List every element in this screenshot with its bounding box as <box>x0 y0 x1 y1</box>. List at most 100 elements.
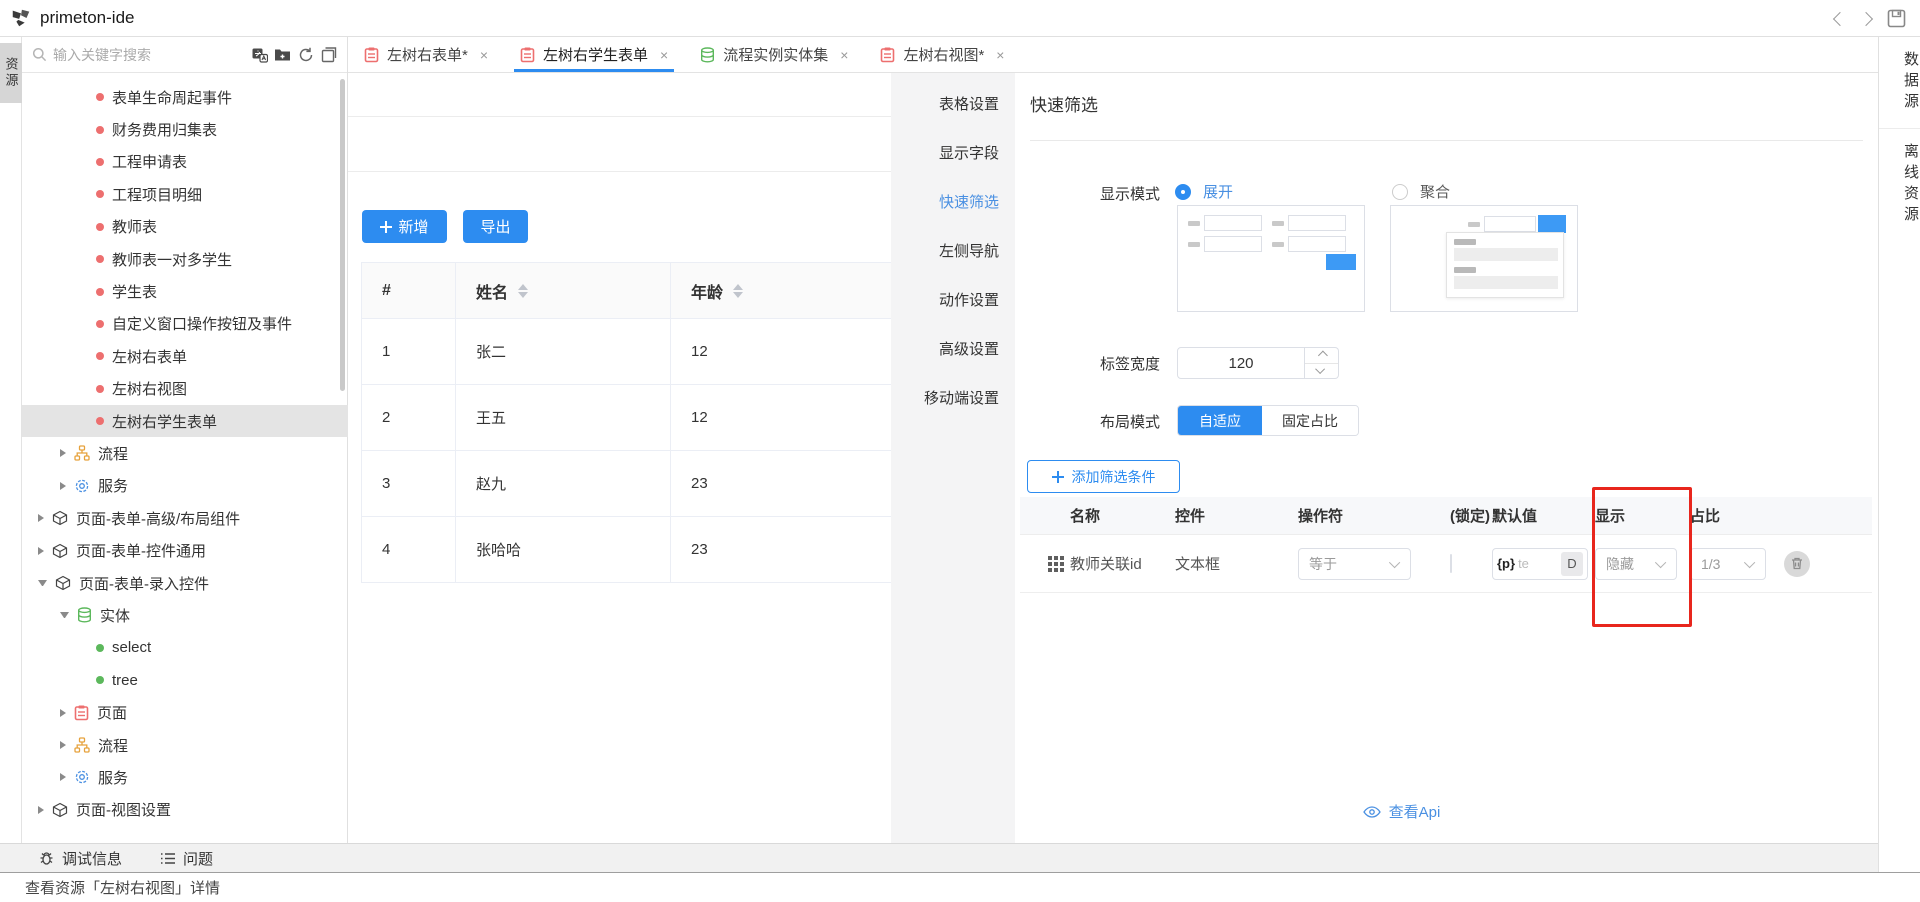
panel-title: 快速筛选 <box>1030 91 1098 116</box>
drag-handle-icon[interactable] <box>1048 556 1064 572</box>
tree-item[interactable]: tree <box>22 664 348 696</box>
tree-item[interactable]: 学生表 <box>22 275 348 307</box>
tree-item[interactable]: 教师表 <box>22 211 348 243</box>
menu-item-actions[interactable]: 动作设置 <box>891 275 1015 324</box>
collapse-arrow-icon[interactable] <box>60 612 69 618</box>
sort-icon[interactable] <box>733 284 743 298</box>
sidebar-search-bar <box>22 37 347 73</box>
sidebar-scrollbar[interactable] <box>340 79 345 391</box>
expand-arrow-icon[interactable] <box>60 741 66 749</box>
expand-arrow-icon[interactable] <box>60 482 66 490</box>
tree-item[interactable]: 页面 <box>22 696 348 728</box>
ratio-select[interactable]: 1/3 <box>1690 548 1766 580</box>
aggregate-mode-preview[interactable] <box>1390 205 1578 312</box>
tree-item[interactable]: 教师表一对多学生 <box>22 243 348 275</box>
expand-arrow-icon[interactable] <box>38 514 44 522</box>
close-icon[interactable]: × <box>996 47 1004 63</box>
expand-arrow-icon[interactable] <box>60 773 66 781</box>
collapse-arrow-icon[interactable] <box>38 580 47 586</box>
search-input[interactable] <box>53 47 245 63</box>
tree-item[interactable]: select <box>22 632 348 664</box>
statusbar: 查看资源「左树右视图」详情 <box>0 872 1920 902</box>
table-row[interactable]: 4张哈哈23 <box>362 517 891 583</box>
collapse-panel-icon[interactable] <box>320 46 337 63</box>
menu-item-mobile[interactable]: 移动端设置 <box>891 373 1015 422</box>
tree-item[interactable]: 流程 <box>22 437 348 469</box>
debug-icon <box>38 850 55 866</box>
tree-item[interactable]: 页面-视图设置 <box>22 794 348 826</box>
tree-item[interactable]: 工程申请表 <box>22 146 348 178</box>
tab-entity[interactable]: 流程实例实体集× <box>684 37 864 72</box>
view-api-link[interactable]: 查看Api <box>1363 801 1441 822</box>
tab-form-active[interactable]: 左树右学生表单× <box>504 37 684 72</box>
new-folder-icon[interactable] <box>274 46 291 63</box>
nav-back-icon[interactable] <box>1833 11 1847 25</box>
tree-item[interactable]: 财务费用归集表 <box>22 113 348 145</box>
add-button[interactable]: 新增 <box>362 210 447 243</box>
form-dot-icon <box>96 320 104 328</box>
col-header-name[interactable]: 姓名 <box>456 263 671 318</box>
tree-item[interactable]: 实体 <box>22 599 348 631</box>
rail-tab-resources[interactable]: 资源 <box>0 43 22 103</box>
display-select[interactable]: 隐藏 <box>1595 548 1677 580</box>
delete-row-button[interactable] <box>1784 551 1810 577</box>
default-value-input[interactable]: {p}teD <box>1492 548 1588 580</box>
step-up-button[interactable] <box>1305 348 1338 363</box>
tree-item[interactable]: 工程项目明细 <box>22 178 348 210</box>
tree-item-selected[interactable]: 左树右学生表单 <box>22 405 348 437</box>
expand-arrow-icon[interactable] <box>38 806 44 814</box>
plus-icon <box>1052 471 1064 483</box>
segment-adaptive[interactable]: 自适应 <box>1178 406 1262 435</box>
close-icon[interactable]: × <box>480 47 488 63</box>
step-down-button[interactable] <box>1305 363 1338 379</box>
close-icon[interactable]: × <box>660 47 668 63</box>
expand-arrow-icon[interactable] <box>60 449 66 457</box>
sort-icon[interactable] <box>518 284 528 298</box>
segment-fixed-ratio[interactable]: 固定占比 <box>1262 406 1358 435</box>
default-action-button[interactable]: D <box>1561 552 1583 576</box>
operator-select[interactable]: 等于 <box>1298 548 1411 580</box>
expand-arrow-icon[interactable] <box>38 547 44 555</box>
number-stepper <box>1305 347 1339 379</box>
tree-item[interactable]: 页面-表单-控件通用 <box>22 534 348 566</box>
save-icon[interactable] <box>1887 9 1906 28</box>
export-button[interactable]: 导出 <box>463 210 528 243</box>
database-icon <box>700 47 715 63</box>
rail-tab-offline-resources[interactable]: 离线资源 <box>1879 129 1920 241</box>
tree-item[interactable]: 页面-表单-高级/布局组件 <box>22 502 348 534</box>
tree-item[interactable]: 页面-表单-录入控件 <box>22 567 348 599</box>
refresh-icon[interactable] <box>297 46 314 63</box>
tree-item[interactable]: 服务 <box>22 470 348 502</box>
tree-item[interactable]: 自定义窗口操作按钮及事件 <box>22 308 348 340</box>
locked-checkbox[interactable] <box>1450 554 1452 573</box>
nav-forward-icon[interactable] <box>1859 11 1873 25</box>
expand-arrow-icon[interactable] <box>60 709 66 717</box>
radio-aggregate[interactable]: 聚合 <box>1392 181 1450 202</box>
tree-item[interactable]: 流程 <box>22 729 348 761</box>
table-row[interactable]: 2王五12 <box>362 385 891 451</box>
resource-tree: 表单生命周起事件 财务费用归集表 工程申请表 工程项目明细 教师表 教师表一对多… <box>22 74 348 843</box>
expand-mode-preview[interactable] <box>1177 205 1365 312</box>
close-icon[interactable]: × <box>840 47 848 63</box>
issues-button[interactable]: 问题 <box>160 848 213 869</box>
col-header-age[interactable]: 年龄 <box>671 263 891 318</box>
rail-tab-datasource[interactable]: 数据源 <box>1879 37 1920 129</box>
menu-item-display-fields[interactable]: 显示字段 <box>891 128 1015 177</box>
menu-item-advanced[interactable]: 高级设置 <box>891 324 1015 373</box>
debug-info-button[interactable]: 调试信息 <box>38 848 122 869</box>
tab-view[interactable]: 左树右视图*× <box>864 37 1020 72</box>
menu-item-quick-filter[interactable]: 快速筛选 <box>891 177 1015 226</box>
label-width-input[interactable] <box>1177 347 1305 379</box>
add-filter-button[interactable]: 添加筛选条件 <box>1027 460 1180 493</box>
tree-item[interactable]: 左树右表单 <box>22 340 348 372</box>
table-row[interactable]: 3赵九23 <box>362 451 891 517</box>
tree-item[interactable]: 表单生命周起事件 <box>22 81 348 113</box>
table-row[interactable]: 1张二12 <box>362 319 891 385</box>
menu-item-table-settings[interactable]: 表格设置 <box>891 79 1015 128</box>
menu-item-left-nav[interactable]: 左侧导航 <box>891 226 1015 275</box>
tree-item[interactable]: 服务 <box>22 761 348 793</box>
tab-form[interactable]: 左树右表单*× <box>348 37 504 72</box>
locale-icon[interactable] <box>251 46 268 63</box>
tree-item[interactable]: 左树右视图 <box>22 373 348 405</box>
radio-expand[interactable]: 展开 <box>1175 181 1233 202</box>
